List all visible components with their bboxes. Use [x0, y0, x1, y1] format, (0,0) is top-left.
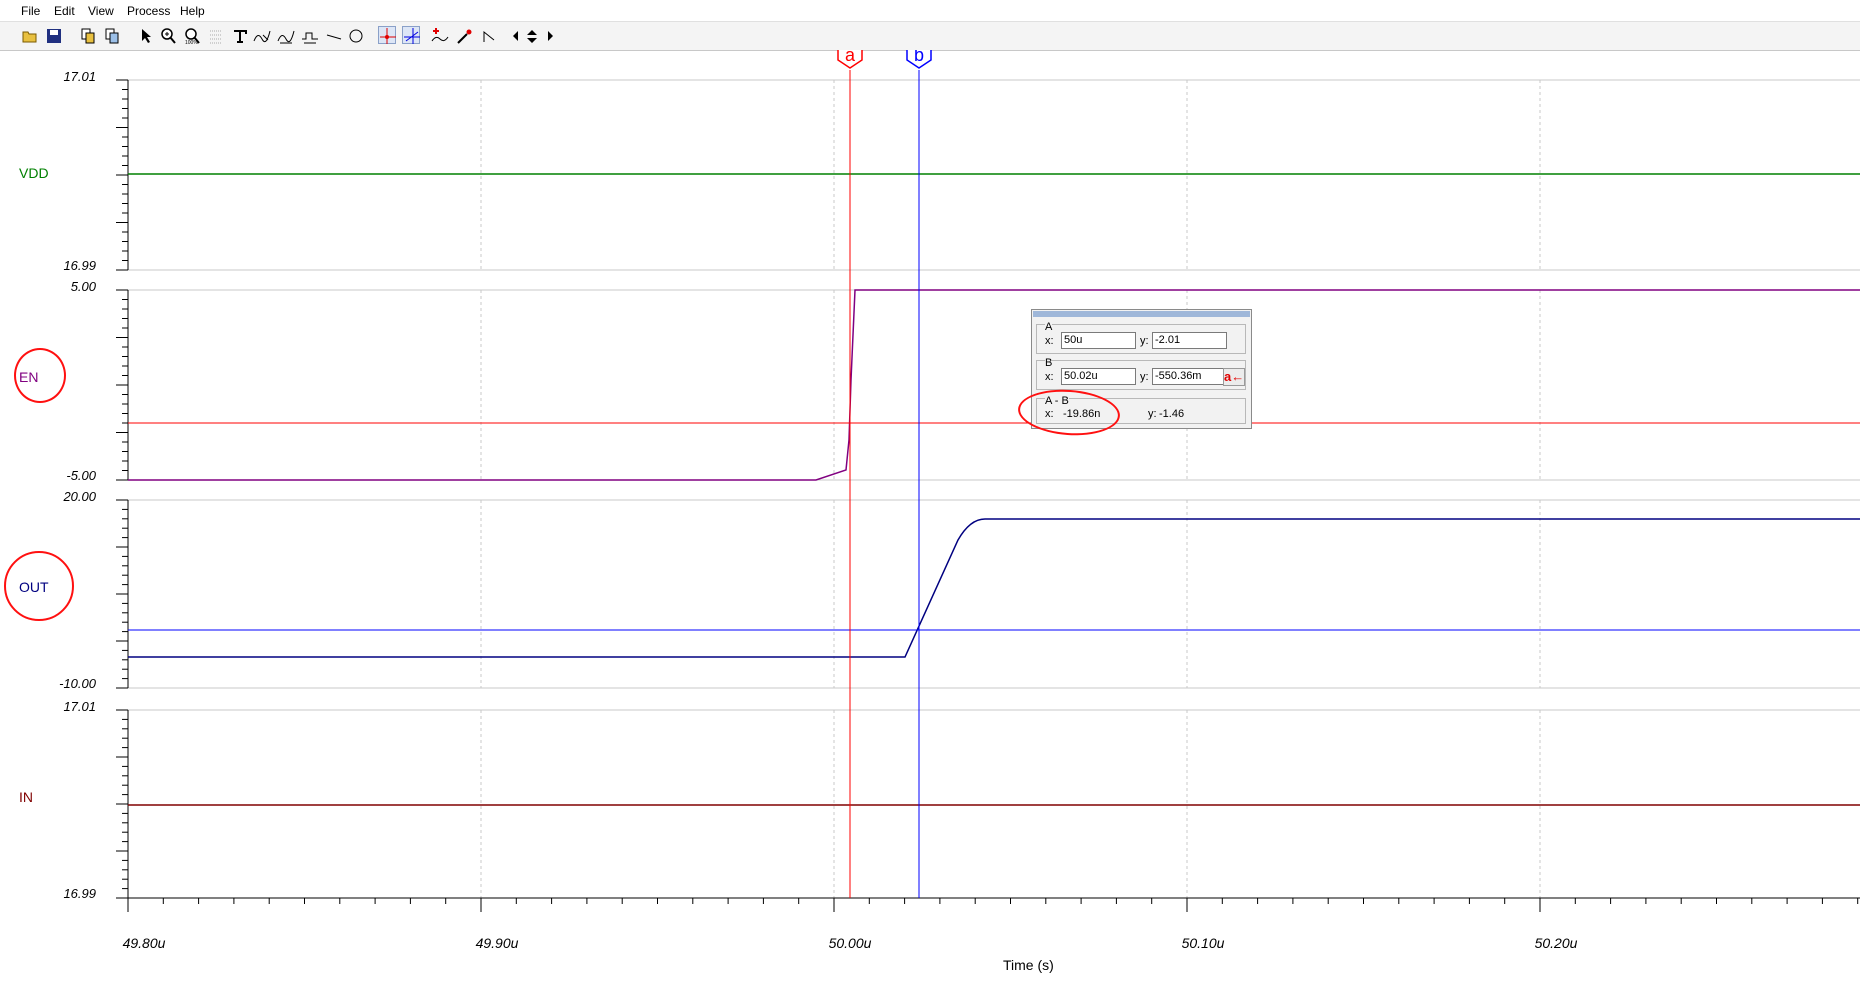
- draw-wave-icon[interactable]: [252, 26, 271, 44]
- cursor-diff-y-value: -1.46: [1159, 408, 1185, 420]
- signal-label-in[interactable]: IN: [19, 789, 33, 805]
- y-min-label-en: -5.00: [66, 468, 96, 483]
- cursor-diff-y-label: y:: [1148, 408, 1157, 420]
- panel-titlebar[interactable]: [1033, 311, 1250, 317]
- y-min-label-in: 16.99: [63, 886, 96, 901]
- y-max-label-vdd: 17.01: [63, 69, 96, 84]
- cursor-b-title: B: [1045, 357, 1053, 369]
- en-trace: [128, 289, 1860, 481]
- cursor-lines[interactable]: ab: [128, 50, 1860, 898]
- cursor-diff-title: A - B: [1045, 395, 1069, 407]
- cursor-b-x-label: x:: [1045, 371, 1054, 383]
- pointer-icon[interactable]: [136, 26, 154, 44]
- signal-label-vdd[interactable]: VDD: [19, 165, 49, 181]
- copy-icon[interactable]: [78, 26, 96, 44]
- svg-text:100%: 100%: [185, 40, 198, 45]
- grid-icon[interactable]: [206, 26, 224, 44]
- cursor-diff-x-label: x:: [1045, 408, 1054, 420]
- cursor-readout-panel[interactable]: A x: 50u y: -2.01 B x: 50.02u y: -550.36…: [1031, 309, 1252, 429]
- menu-help[interactable]: Help: [180, 4, 205, 18]
- y-max-label-en: 5.00: [70, 279, 96, 294]
- circle-icon[interactable]: [346, 26, 364, 44]
- menu-process[interactable]: Process: [127, 4, 170, 18]
- cursor-a-y-label: y:: [1140, 335, 1149, 347]
- text-icon[interactable]: [230, 26, 248, 44]
- add-cursor-icon[interactable]: [430, 26, 449, 44]
- cursor-a-group: A x: 50u y: -2.01: [1036, 321, 1246, 354]
- scroll-right-icon[interactable]: [540, 26, 558, 44]
- draw-wave3-icon[interactable]: [300, 26, 318, 44]
- cursor-diff-x-value: -19.86n: [1063, 408, 1101, 420]
- cursor-b-group: B x: 50.02u y: -550.36m a←: [1036, 357, 1246, 390]
- draw-wave2-icon[interactable]: [276, 26, 295, 44]
- probe-icon[interactable]: [454, 26, 472, 44]
- open-folder-icon[interactable]: [20, 26, 38, 44]
- x-axis-title: Time (s): [1003, 957, 1054, 973]
- cursor-a-x-field[interactable]: 50u: [1061, 332, 1136, 349]
- y-min-label-vdd: 16.99: [63, 258, 96, 273]
- axes: [116, 79, 1860, 912]
- x-tick-label: 49.90u: [475, 935, 519, 951]
- cursor-a-title: A: [1045, 321, 1053, 333]
- menu-bar: File Edit View Process Help: [0, 0, 1860, 21]
- grid: [128, 79, 1860, 899]
- cursor-a-y-field[interactable]: -2.01: [1152, 332, 1227, 349]
- y-max-label-out: 20.00: [63, 489, 96, 504]
- zoom-window-icon[interactable]: 100%: [182, 26, 200, 45]
- zoom-in-icon[interactable]: [158, 26, 176, 44]
- toolbar: 100%: [0, 21, 1860, 51]
- arrow-line-icon[interactable]: [480, 26, 498, 44]
- snap-to-a-button[interactable]: a←: [1223, 368, 1245, 386]
- x-tick-label: 50.00u: [828, 935, 872, 951]
- y-max-label-in: 17.01: [63, 699, 96, 714]
- signal-label-en[interactable]: EN: [19, 369, 38, 385]
- cursor-a-x-label: x:: [1045, 335, 1054, 347]
- menu-file[interactable]: File: [21, 4, 40, 18]
- out-trace: [128, 518, 1860, 658]
- save-icon[interactable]: [44, 26, 62, 44]
- cursor-diff-group: A - B x: -19.86n y: -1.46: [1036, 395, 1246, 424]
- signal-label-out[interactable]: OUT: [19, 579, 49, 595]
- menu-edit[interactable]: Edit: [54, 4, 75, 18]
- cursor-a-flag-label: a: [845, 50, 856, 65]
- cursor-a-icon[interactable]: [378, 26, 396, 44]
- cursor-b-x-field[interactable]: 50.02u: [1061, 368, 1136, 385]
- scroll-updown-icon[interactable]: [522, 26, 540, 44]
- x-tick-label: 49.80u: [122, 935, 166, 951]
- x-tick-label: 50.10u: [1181, 935, 1225, 951]
- cursor-b-y-label: y:: [1140, 371, 1149, 383]
- waveform-plot[interactable]: ab: [0, 50, 1860, 983]
- line-icon[interactable]: [324, 26, 342, 44]
- menu-view[interactable]: View: [88, 4, 114, 18]
- y-min-label-out: -10.00: [59, 676, 96, 691]
- cursor-b-y-field[interactable]: -550.36m: [1152, 368, 1227, 385]
- cursor-b-flag-label: b: [914, 50, 924, 65]
- copy-special-icon[interactable]: [102, 26, 120, 44]
- cursor-b-icon[interactable]: [402, 26, 420, 44]
- x-tick-label: 50.20u: [1534, 935, 1578, 951]
